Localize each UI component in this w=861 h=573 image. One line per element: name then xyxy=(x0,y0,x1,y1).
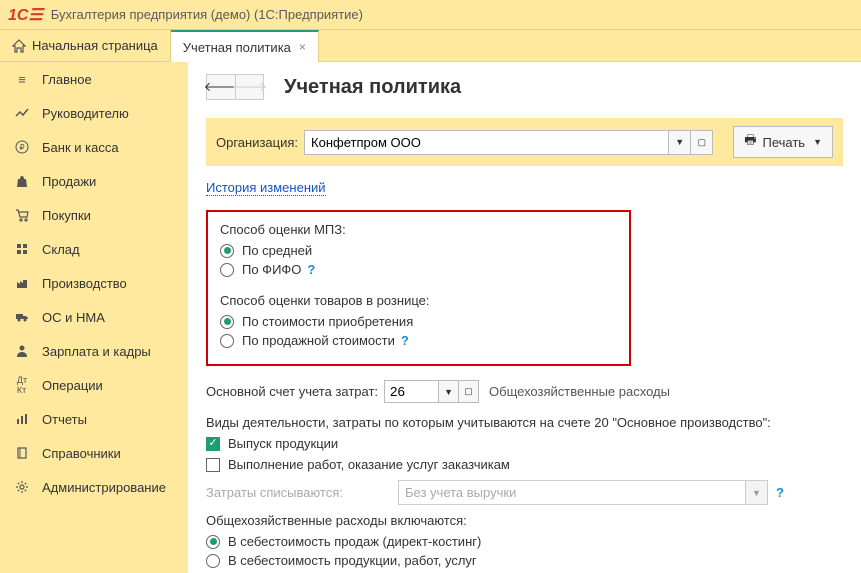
mpz-label: Способ оценки МПЗ: xyxy=(220,222,617,237)
acct-open-button[interactable]: ▢ xyxy=(459,380,479,403)
nav-arrows: 🡐 🡒 xyxy=(206,74,264,100)
sidebar-label: Администрирование xyxy=(42,480,166,495)
overhead-label: Общехозяйственные расходы включаются: xyxy=(206,513,843,528)
print-label: Печать xyxy=(762,135,805,150)
nav-forward-button[interactable]: 🡒 xyxy=(235,75,263,99)
help-icon[interactable]: ? xyxy=(307,262,315,277)
chevron-down-icon: ▼ xyxy=(813,137,822,147)
sidebar-label: Банк и касса xyxy=(42,140,119,155)
sidebar-item-sales[interactable]: Продажи xyxy=(0,164,188,198)
sidebar-item-catalogs[interactable]: Справочники xyxy=(0,436,188,470)
tab-bar: Начальная страница Учетная политика × xyxy=(0,30,861,62)
acct-input[interactable] xyxy=(384,380,439,403)
sidebar-item-operations[interactable]: ДтКт Операции xyxy=(0,368,188,402)
chevron-down-icon: ▼ xyxy=(745,481,767,504)
org-input[interactable] xyxy=(304,130,669,155)
factory-icon xyxy=(14,275,30,291)
sidebar-item-warehouse[interactable]: Склад xyxy=(0,232,188,266)
highlighted-section: Способ оценки МПЗ: По средней По ФИФО ? … xyxy=(206,210,631,366)
print-button[interactable]: 🖶 Печать ▼ xyxy=(733,126,833,158)
writeoff-value xyxy=(399,481,745,504)
org-dropdown-button[interactable]: ▼ xyxy=(669,130,691,155)
radio-label: В себестоимость продаж (директ-костинг) xyxy=(228,534,481,549)
nav-back-button[interactable]: 🡐 xyxy=(207,75,235,99)
cart-icon xyxy=(14,207,30,223)
acct-dropdown-button[interactable]: ▼ xyxy=(439,380,459,403)
content-area: 🡐 🡒 Учетная политика Организация: ▼ ▢ 🖶 … xyxy=(188,62,861,573)
sidebar-item-purchases[interactable]: Покупки xyxy=(0,198,188,232)
acct-desc: Общехозяйственные расходы xyxy=(489,384,670,399)
menu-icon: ≡ xyxy=(14,71,30,87)
tab-active-label: Учетная политика xyxy=(183,40,291,55)
org-open-button[interactable]: ▢ xyxy=(691,130,713,155)
app-header: 1C☰ Бухгалтерия предприятия (демо) (1С:П… xyxy=(0,0,861,30)
sidebar-item-reports[interactable]: Отчеты xyxy=(0,402,188,436)
sidebar-item-manager[interactable]: Руководителю xyxy=(0,96,188,130)
sidebar-item-main[interactable]: ≡ Главное xyxy=(0,62,188,96)
writeoff-select: ▼ xyxy=(398,480,768,505)
truck-icon xyxy=(14,309,30,325)
sidebar-label: Операции xyxy=(42,378,103,393)
checkbox-label: Выпуск продукции xyxy=(228,436,338,451)
book-icon xyxy=(14,445,30,461)
sidebar-label: Справочники xyxy=(42,446,121,461)
organization-bar: Организация: ▼ ▢ 🖶 Печать ▼ xyxy=(206,118,843,166)
sidebar: ≡ Главное Руководителю ₽ Банк и касса Пр… xyxy=(0,62,188,573)
tab-home-label: Начальная страница xyxy=(32,38,158,53)
sidebar-item-admin[interactable]: Администрирование xyxy=(0,470,188,504)
sidebar-label: Главное xyxy=(42,72,92,87)
app-title: Бухгалтерия предприятия (демо) (1С:Предп… xyxy=(51,7,363,22)
bars-icon xyxy=(14,411,30,427)
printer-icon: 🖶 xyxy=(744,131,756,153)
close-icon[interactable]: × xyxy=(299,40,306,54)
chart-icon xyxy=(14,105,30,121)
svg-text:₽: ₽ xyxy=(19,143,24,152)
acct-label: Основной счет учета затрат: xyxy=(206,384,378,399)
logo-1c: 1C☰ xyxy=(8,5,43,25)
sidebar-label: Склад xyxy=(42,242,80,257)
radio-label: По продажной стоимости xyxy=(242,333,395,348)
sidebar-label: Покупки xyxy=(42,208,91,223)
radio-label: В себестоимость продукции, работ, услуг xyxy=(228,553,477,568)
radio-label: По ФИФО xyxy=(242,262,301,277)
tab-home[interactable]: Начальная страница xyxy=(0,30,171,61)
radio-label: По стоимости приобретения xyxy=(242,314,413,329)
sidebar-item-bank[interactable]: ₽ Банк и касса xyxy=(0,130,188,164)
sidebar-label: Продажи xyxy=(42,174,96,189)
retail-label: Способ оценки товаров в рознице: xyxy=(220,293,617,308)
radio-mpz-average[interactable] xyxy=(220,244,234,258)
checkbox-services[interactable] xyxy=(206,458,220,472)
sidebar-label: Производство xyxy=(42,276,127,291)
tab-accounting-policy[interactable]: Учетная политика × xyxy=(171,30,319,62)
sidebar-label: Отчеты xyxy=(42,412,87,427)
activities-label: Виды деятельности, затраты по которым уч… xyxy=(206,415,843,430)
history-link[interactable]: История изменений xyxy=(206,180,326,196)
boxes-icon xyxy=(14,241,30,257)
help-icon[interactable]: ? xyxy=(401,333,409,348)
ruble-icon: ₽ xyxy=(14,139,30,155)
radio-label: По средней xyxy=(242,243,312,258)
bag-icon xyxy=(14,173,30,189)
sidebar-item-assets[interactable]: ОС и НМА xyxy=(0,300,188,334)
sidebar-label: Зарплата и кадры xyxy=(42,344,151,359)
radio-overhead-cost[interactable] xyxy=(206,554,220,568)
sidebar-label: Руководителю xyxy=(42,106,129,121)
radio-overhead-direct[interactable] xyxy=(206,535,220,549)
sidebar-label: ОС и НМА xyxy=(42,310,105,325)
gear-icon xyxy=(14,479,30,495)
writeoff-label: Затраты списываются: xyxy=(206,485,386,500)
sidebar-item-production[interactable]: Производство xyxy=(0,266,188,300)
person-icon xyxy=(14,343,30,359)
checkbox-production[interactable]: ✓ xyxy=(206,437,220,451)
org-label: Организация: xyxy=(216,135,298,150)
radio-retail-cost[interactable] xyxy=(220,315,234,329)
radio-retail-sale[interactable] xyxy=(220,334,234,348)
checkbox-label: Выполнение работ, оказание услуг заказчи… xyxy=(228,457,510,472)
home-icon xyxy=(12,39,26,53)
help-icon[interactable]: ? xyxy=(776,485,784,500)
dtkt-icon: ДтКт xyxy=(14,377,30,393)
page-title: Учетная политика xyxy=(284,76,461,99)
sidebar-item-salary[interactable]: Зарплата и кадры xyxy=(0,334,188,368)
radio-mpz-fifo[interactable] xyxy=(220,263,234,277)
